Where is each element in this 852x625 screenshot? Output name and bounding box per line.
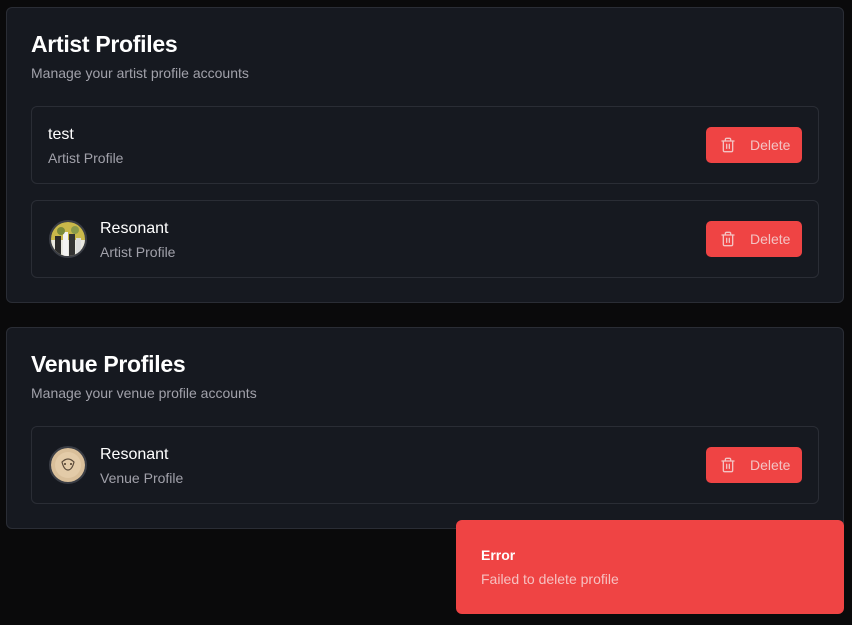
toast-message: Failed to delete profile: [481, 571, 619, 587]
trash-icon: [721, 137, 735, 153]
artist-profiles-subtitle: Manage your artist profile accounts: [31, 65, 249, 81]
error-toast[interactable]: Error Failed to delete profile: [456, 520, 844, 614]
profile-name: Resonant: [100, 446, 169, 463]
avatar: [49, 220, 87, 258]
venue-profiles-subtitle: Manage your venue profile accounts: [31, 385, 257, 401]
venue-profiles-title: Venue Profiles: [31, 351, 186, 377]
venue-profiles-card: Venue Profiles Manage your venue profile…: [6, 327, 844, 529]
profile-type: Artist Profile: [48, 150, 124, 166]
delete-label: Delete: [750, 457, 791, 473]
profile-type: Artist Profile: [100, 244, 176, 260]
delete-label: Delete: [750, 231, 791, 247]
profiles-page: Artist Profiles Manage your artist profi…: [0, 0, 852, 625]
delete-button[interactable]: Delete: [706, 221, 802, 257]
avatar: [49, 446, 87, 484]
artist-profiles-card: Artist Profiles Manage your artist profi…: [6, 7, 844, 303]
toast-title: Error: [481, 547, 516, 563]
artist-profiles-title: Artist Profiles: [31, 31, 178, 57]
delete-label: Delete: [750, 137, 791, 153]
trash-icon: [721, 457, 735, 473]
profile-name: test: [48, 126, 74, 143]
trash-icon: [721, 231, 735, 247]
profile-row: test Artist Profile Delete: [31, 106, 819, 184]
profile-type: Venue Profile: [100, 470, 184, 486]
delete-button[interactable]: Delete: [706, 127, 802, 163]
profile-row: Resonant Artist Profile Delete: [31, 200, 819, 278]
profile-name: Resonant: [100, 220, 169, 237]
delete-button[interactable]: Delete: [706, 447, 802, 483]
profile-row: Resonant Venue Profile Delete: [31, 426, 819, 504]
